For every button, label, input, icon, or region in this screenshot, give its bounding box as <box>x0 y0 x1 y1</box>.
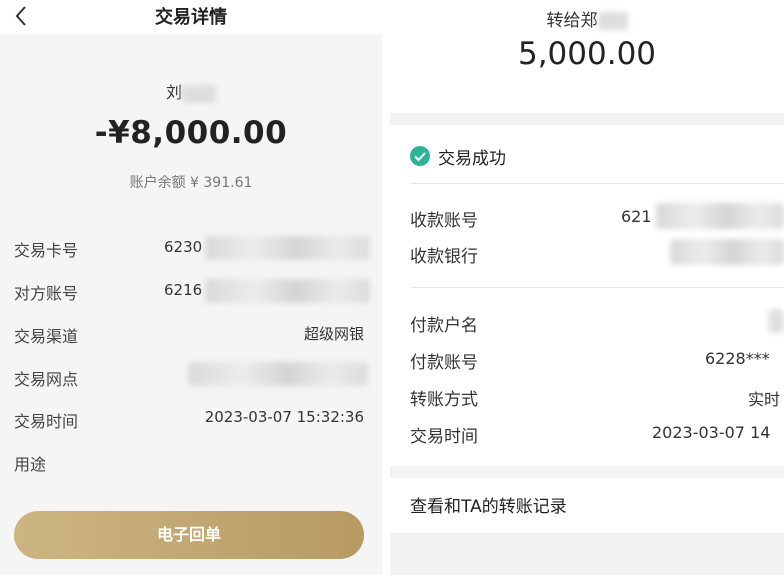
row-label-card: 交易卡号 <box>14 241 79 260</box>
section-separator <box>390 466 784 478</box>
masked-payer-name <box>768 309 784 333</box>
transfer-method-value: 实时 <box>748 390 781 409</box>
payee-name: 刘 <box>0 79 382 103</box>
section-separator <box>390 113 784 125</box>
masked-payee-account <box>656 203 784 229</box>
bottom-gray-area <box>390 533 784 575</box>
success-check-icon <box>410 146 430 166</box>
masked-payee-bank <box>670 239 784 265</box>
payee-account-prefix: 621 <box>621 207 652 226</box>
channel-value: 超级网银 <box>303 325 364 343</box>
row-label-channel: 交易渠道 <box>14 327 79 346</box>
masked-counterparty-account <box>205 279 370 303</box>
payer-account-value: 6228*** <box>705 349 770 368</box>
row-label-time: 交易时间 <box>14 412 79 431</box>
row-label-branch: 交易网点 <box>14 370 79 389</box>
card-number-prefix: 6230 <box>164 238 203 256</box>
masked-name <box>182 84 216 103</box>
masked-branch <box>188 362 368 386</box>
transfer-amount: 5,000.00 <box>517 36 657 72</box>
transfer-history-link[interactable]: 查看和TA的转账记录 <box>410 492 567 517</box>
row-label-payee-bank: 收款银行 <box>410 247 478 267</box>
transaction-time-value: 2023-03-07 14 <box>652 423 771 442</box>
transaction-amount: -¥8,000.00 <box>94 115 288 151</box>
masked-recipient-name <box>597 12 628 30</box>
masked-card-number <box>205 236 370 260</box>
payee-name-text: 刘 <box>165 83 182 102</box>
divider-line <box>410 183 784 184</box>
row-label-transaction-time: 交易时间 <box>410 427 478 447</box>
row-label-payee-account: 收款账号 <box>410 211 478 231</box>
status-text: 交易成功 <box>438 149 506 169</box>
account-balance: 账户余额 ¥ 391.61 <box>129 175 253 191</box>
recipient-title-text: 转给郑 <box>546 11 598 31</box>
left-transaction-detail-panel: 交易详情 刘 -¥8,000.00 账户余额 ¥ 391.61 交易卡号 623… <box>0 0 382 575</box>
right-transfer-detail-panel: 转给郑 5,000.00 交易成功 收款账号 621 收款银行 付款户名 付款账… <box>390 0 784 575</box>
transaction-time: 2023-03-07 15:32:36 <box>204 408 364 426</box>
counterparty-account-prefix: 6216 <box>164 281 203 299</box>
page-title: 交易详情 <box>155 7 227 28</box>
row-label-payer-account: 付款账号 <box>410 353 478 373</box>
transfer-recipient-title: 转给郑 <box>390 6 784 31</box>
panel-divider <box>382 0 390 575</box>
divider-line <box>410 287 784 288</box>
row-label-purpose: 用途 <box>14 455 47 474</box>
left-header: 交易详情 <box>0 0 382 34</box>
row-label-counterparty: 对方账号 <box>14 284 79 303</box>
row-label-transfer-method: 转账方式 <box>410 390 478 410</box>
row-label-payer-name: 付款户名 <box>410 316 478 336</box>
e-receipt-button[interactable]: 电子回单 <box>14 511 364 559</box>
